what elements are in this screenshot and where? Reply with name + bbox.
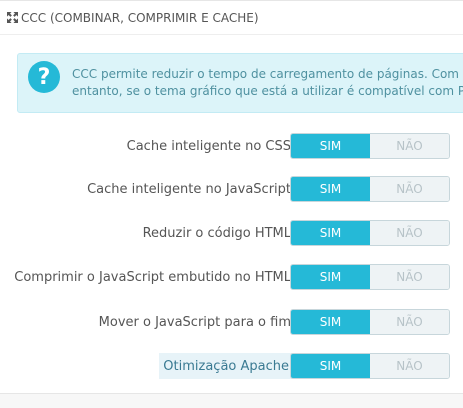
switch-yes[interactable]: SIM	[291, 265, 370, 289]
move-js-end-switch: SIM NÃO	[290, 309, 450, 335]
option-row-compress-inline-js: Comprimir o JavaScript embutido no HTML …	[0, 264, 463, 290]
option-label: Cache inteligente no JavaScript	[87, 181, 291, 197]
switch-yes[interactable]: SIM	[291, 177, 370, 201]
option-row-css-cache: Cache inteligente no CSS SIM NÃO	[0, 133, 463, 159]
option-row-move-js-end: Mover o JavaScript para o fim SIM NÃO	[0, 309, 463, 335]
option-label: Otimização Apache	[159, 353, 293, 379]
switch-no[interactable]: NÃO	[370, 354, 449, 378]
option-row-js-cache: Cache inteligente no JavaScript SIM NÃO	[0, 176, 463, 202]
question-circle-icon: ?	[28, 61, 60, 93]
compress-inline-js-switch: SIM NÃO	[290, 264, 450, 290]
option-row-minify-html: Reduzir o código HTML SIM NÃO	[0, 220, 463, 246]
panel-heading: CCC (COMBINAR, COMPRIMIR E CACHE)	[0, 1, 463, 35]
option-row-apache-optimization: Otimização Apache SIM NÃO	[0, 353, 463, 379]
ccc-panel: CCC (COMBINAR, COMPRIMIR E CACHE) ? CCC …	[0, 0, 463, 394]
apache-optimization-switch: SIM NÃO	[290, 353, 450, 379]
panel-footer-edge	[0, 394, 463, 408]
expand-arrows-icon	[7, 12, 18, 23]
switch-yes[interactable]: SIM	[291, 310, 370, 334]
alert-line-1: CCC permite reduzir o tempo de carregame…	[72, 67, 463, 81]
alert-line-2: entanto, se o tema gráfico que está a ut…	[72, 84, 463, 98]
switch-no[interactable]: NÃO	[370, 265, 449, 289]
info-alert: ? CCC permite reduzir o tempo de carrega…	[17, 53, 463, 113]
switch-yes[interactable]: SIM	[291, 221, 370, 245]
css-cache-switch: SIM NÃO	[290, 133, 450, 159]
option-label: Mover o JavaScript para o fim	[98, 314, 291, 330]
option-label: Cache inteligente no CSS	[126, 138, 291, 154]
switch-yes[interactable]: SIM	[291, 134, 370, 158]
minify-html-switch: SIM NÃO	[290, 220, 450, 246]
switch-no[interactable]: NÃO	[370, 221, 449, 245]
switch-no[interactable]: NÃO	[370, 134, 449, 158]
js-cache-switch: SIM NÃO	[290, 176, 450, 202]
option-label: Reduzir o código HTML	[142, 225, 291, 241]
option-label: Comprimir o JavaScript embutido no HTML	[14, 269, 291, 285]
switch-no[interactable]: NÃO	[370, 310, 449, 334]
switch-yes[interactable]: SIM	[291, 354, 370, 378]
alert-text: CCC permite reduzir o tempo de carregame…	[72, 66, 463, 100]
switch-no[interactable]: NÃO	[370, 177, 449, 201]
panel-title: CCC (COMBINAR, COMPRIMIR E CACHE)	[21, 10, 259, 25]
